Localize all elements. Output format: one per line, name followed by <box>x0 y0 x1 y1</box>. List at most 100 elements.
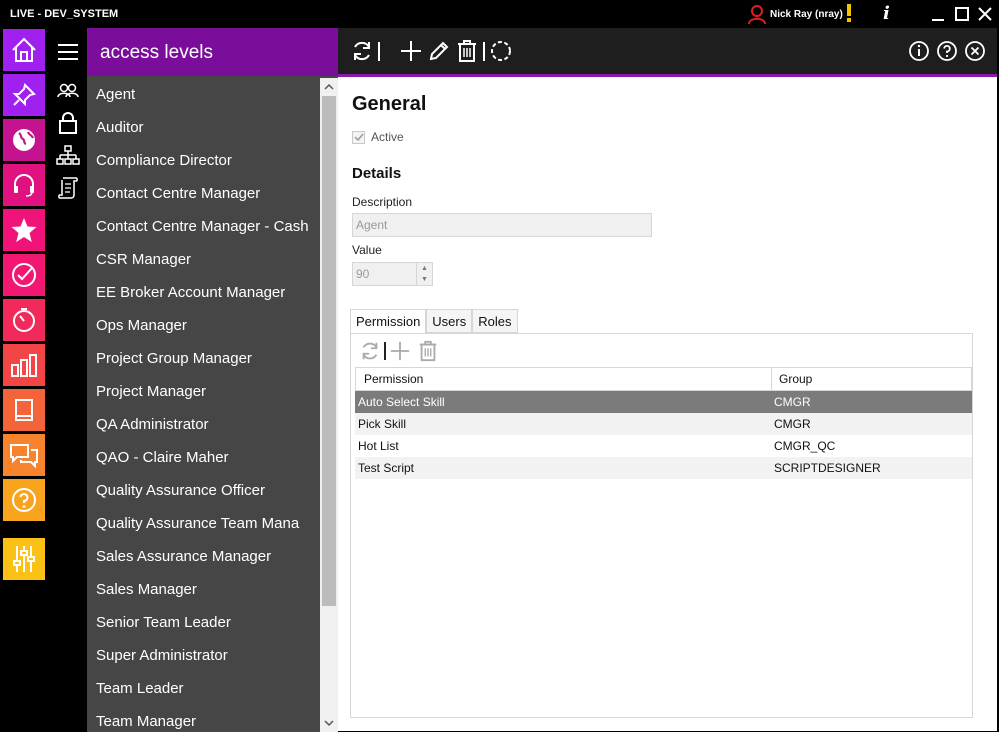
list-item[interactable]: Super Administrator <box>87 639 320 672</box>
access-levels-panel: access levels Agent Auditor Compliance Dir… <box>87 28 338 732</box>
toolbar-separator <box>483 42 485 61</box>
grid-toolbar <box>359 340 439 362</box>
cell-group: SCRIPTDESIGNER <box>774 461 881 475</box>
list-item[interactable]: Sales Manager <box>87 573 320 606</box>
pin-icon <box>12 83 36 107</box>
module-home[interactable] <box>3 29 45 71</box>
spin-down-icon[interactable]: ▼ <box>417 274 432 285</box>
list-item[interactable]: Team Manager <box>87 705 320 732</box>
column-header-permission[interactable]: Permission <box>356 368 772 390</box>
minimize-icon[interactable] <box>928 4 948 24</box>
sliders-icon <box>13 546 35 572</box>
cell-permission: Pick Skill <box>358 417 407 431</box>
table-row[interactable]: Auto Select Skill CMGR <box>355 391 972 413</box>
section-title-general: General <box>352 93 427 115</box>
maximize-icon[interactable] <box>952 4 972 24</box>
checkmark-icon <box>353 133 364 142</box>
module-chat[interactable] <box>3 434 45 476</box>
bar-chart-icon <box>11 354 37 377</box>
app-title: LIVE - DEV_SYSTEM <box>10 8 119 20</box>
detail-tabs: Permission Users Roles <box>350 309 518 334</box>
active-checkbox[interactable] <box>352 130 365 144</box>
cell-permission: Auto Select Skill <box>358 395 445 409</box>
module-pinned[interactable] <box>3 74 45 116</box>
grid-refresh-icon[interactable] <box>359 340 381 362</box>
list-item[interactable]: Team Leader <box>87 672 320 705</box>
permission-grid: Permission Group Auto Select Skill CMGR Pi… <box>355 367 972 479</box>
active-checkbox-row[interactable]: Active <box>352 130 404 144</box>
warning-icon[interactable] <box>846 4 852 22</box>
section-title-details: Details <box>352 165 402 182</box>
value-spin-buttons[interactable]: ▲ ▼ <box>416 263 432 285</box>
list-item[interactable]: Agent <box>87 78 320 111</box>
table-row[interactable]: Test Script SCRIPTDESIGNER <box>355 457 972 479</box>
grid-header-row: Permission Group <box>355 367 972 391</box>
value-label: Value <box>352 243 382 257</box>
close-window-icon[interactable] <box>975 4 995 24</box>
module-help[interactable] <box>3 479 45 521</box>
module-bar <box>0 28 46 732</box>
scroll-up-icon[interactable] <box>323 81 335 93</box>
scroll-down-icon[interactable] <box>323 717 335 729</box>
info-circle-icon[interactable] <box>907 39 931 63</box>
module-settings[interactable] <box>3 538 45 580</box>
help-circle-icon[interactable] <box>935 39 959 63</box>
cell-permission: Hot List <box>358 439 399 453</box>
list-item[interactable]: QAO - Claire Maher <box>87 441 320 474</box>
hamburger-menu-icon[interactable] <box>56 40 80 64</box>
info-icon[interactable]: i <box>883 3 890 24</box>
chat-icon <box>10 444 38 468</box>
list-item[interactable]: Sales Assurance Manager <box>87 540 320 573</box>
description-field[interactable] <box>352 213 652 237</box>
spin-up-icon[interactable]: ▲ <box>417 263 432 274</box>
list-item[interactable]: Contact Centre Manager <box>87 177 320 210</box>
close-circle-icon[interactable] <box>963 39 987 63</box>
user-icon <box>748 5 766 24</box>
list-item[interactable]: Project Manager <box>87 375 320 408</box>
tab-roles[interactable]: Roles <box>472 309 518 333</box>
refresh-icon[interactable] <box>350 39 374 63</box>
table-row[interactable]: Pick Skill CMGR <box>355 413 972 435</box>
star-icon <box>11 218 37 242</box>
table-row[interactable]: Hot List CMGR_QC <box>355 435 972 457</box>
hierarchy-icon[interactable] <box>56 144 80 168</box>
lock-icon[interactable] <box>56 111 80 135</box>
module-contact-centre[interactable] <box>3 164 45 206</box>
cell-group: CMGR <box>774 417 811 431</box>
module-favourites[interactable] <box>3 209 45 251</box>
grid-add-icon[interactable] <box>389 340 411 362</box>
timer-icon <box>13 308 35 332</box>
list-item[interactable]: Quality Assurance Team Mana <box>87 507 320 540</box>
list-item[interactable]: EE Broker Account Manager <box>87 276 320 309</box>
module-timer[interactable] <box>3 299 45 341</box>
module-reports[interactable] <box>3 344 45 386</box>
module-tasks[interactable] <box>3 254 45 296</box>
edit-icon[interactable] <box>427 39 451 63</box>
loading-circle-icon[interactable] <box>489 39 513 63</box>
users-icon[interactable] <box>56 80 80 104</box>
module-globe[interactable] <box>3 119 45 161</box>
list-item[interactable]: Project Group Manager <box>87 342 320 375</box>
list-item[interactable]: CSR Manager <box>87 243 320 276</box>
delete-icon[interactable] <box>455 39 479 63</box>
tab-permission[interactable]: Permission <box>350 309 427 334</box>
add-icon[interactable] <box>399 39 423 63</box>
grid-toolbar-separator <box>384 342 386 360</box>
module-knowledge[interactable] <box>3 389 45 431</box>
list-item[interactable]: Quality Assurance Officer <box>87 474 320 507</box>
tab-users[interactable]: Users <box>426 309 473 333</box>
headset-icon <box>14 174 34 197</box>
grid-delete-icon[interactable] <box>417 340 439 362</box>
list-item[interactable]: Compliance Director <box>87 144 320 177</box>
cell-group: CMGR <box>774 395 811 409</box>
scrollbar-thumb[interactable] <box>322 96 336 606</box>
list-item[interactable]: Senior Team Leader <box>87 606 320 639</box>
list-item[interactable]: Contact Centre Manager - Cash <box>87 210 320 243</box>
list-item[interactable]: Auditor <box>87 111 320 144</box>
column-header-group[interactable]: Group <box>772 368 971 390</box>
list-item[interactable]: Ops Manager <box>87 309 320 342</box>
script-icon[interactable] <box>56 176 80 200</box>
list-scrollbar[interactable] <box>320 78 338 732</box>
user-account[interactable]: Nick Ray (nray) <box>748 3 843 25</box>
list-item[interactable]: QA Administrator <box>87 408 320 441</box>
